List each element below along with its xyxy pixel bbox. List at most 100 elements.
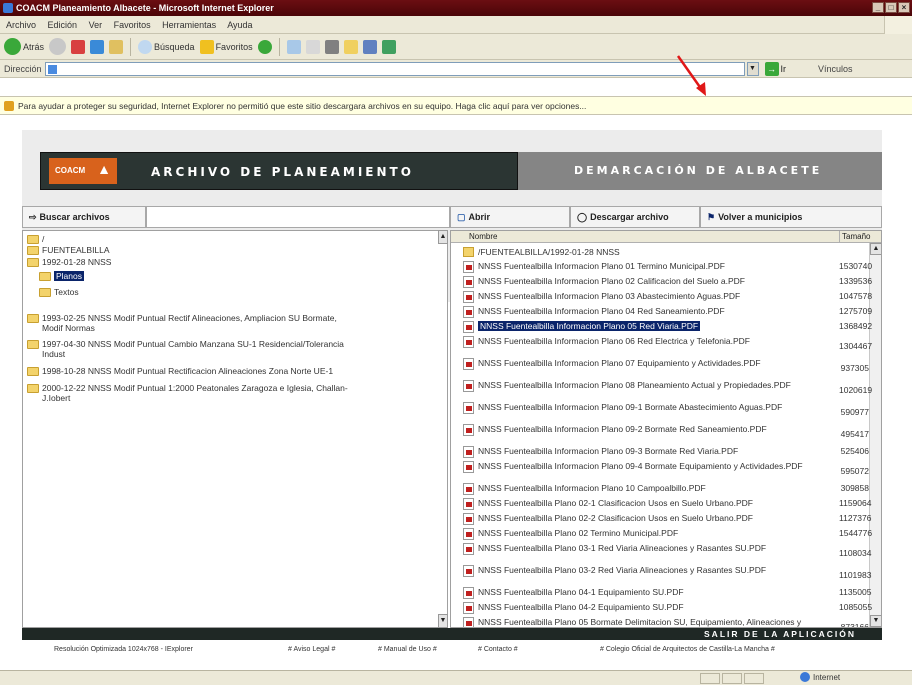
file-row[interactable]: NNSS Fuentealbilla Informacion Plano 05 …	[463, 321, 833, 333]
folder-icon	[27, 314, 39, 323]
parent-folder-row[interactable]: /FUENTEALBILLA/1992-01-28 NNSS	[463, 247, 833, 257]
file-row[interactable]: NNSS Fuentealbilla Informacion Plano 07 …	[463, 358, 833, 370]
search-files-button[interactable]: ⇨ Buscar archivos	[22, 206, 146, 228]
file-row[interactable]: NNSS Fuentealbilla Informacion Plano 09-…	[463, 402, 833, 414]
file-name: NNSS Fuentealbilla Plano 05 Bormate Deli…	[478, 617, 802, 627]
back-button[interactable]: Atrás	[4, 38, 44, 55]
file-name: NNSS Fuentealbilla Informacion Plano 06 …	[478, 336, 750, 346]
tree-root[interactable]: /	[27, 234, 44, 244]
column-size[interactable]: Tamaño	[839, 231, 870, 243]
security-info-bar[interactable]: Para ayudar a proteger su seguridad, Int…	[0, 96, 912, 115]
scroll-down-arrow-icon[interactable]: ▼	[870, 615, 881, 627]
pdf-icon	[463, 483, 474, 495]
open-button[interactable]: ▢ Abrir	[450, 206, 570, 228]
file-row[interactable]: NNSS Fuentealbilla Informacion Plano 01 …	[463, 261, 833, 273]
address-dropdown[interactable]: ▼	[746, 61, 759, 76]
tree-item[interactable]: 1993-02-25 NNSS Modif Puntual Rectif Ali…	[27, 313, 357, 333]
file-row[interactable]: NNSS Fuentealbilla Informacion Plano 03 …	[463, 291, 833, 303]
footer-contact-link[interactable]: # Contacto #	[478, 646, 518, 653]
back-to-municipalities-button[interactable]: ⚑ Volver a municipios	[700, 206, 882, 228]
research-icon[interactable]	[362, 39, 377, 54]
refresh-icon[interactable]	[90, 39, 105, 54]
footer-legal-link[interactable]: # Aviso Legal #	[288, 646, 335, 653]
close-button[interactable]: ×	[898, 2, 910, 13]
maximize-button[interactable]: □	[885, 2, 897, 13]
history-icon[interactable]	[257, 39, 272, 54]
file-row[interactable]: NNSS Fuentealbilla Informacion Plano 09-…	[463, 461, 833, 473]
file-name: NNSS Fuentealbilla Informacion Plano 07 …	[478, 358, 761, 368]
folder-icon	[27, 246, 39, 255]
minimize-button[interactable]: _	[872, 2, 884, 13]
go-button[interactable]: → Ir	[764, 61, 786, 76]
pdf-icon	[463, 321, 474, 333]
file-row[interactable]: NNSS Fuentealbilla Plano 02-1 Clasificac…	[463, 498, 833, 510]
file-row[interactable]: NNSS Fuentealbilla Plano 04-1 Equipamien…	[463, 587, 833, 599]
tree-item[interactable]: 2000-12-22 NNSS Modif Puntual 1:2000 Pea…	[27, 383, 357, 403]
address-input[interactable]	[44, 61, 745, 76]
home-icon[interactable]	[109, 39, 124, 54]
tree-item[interactable]: 1997-04-30 NNSS Modif Puntual Cambio Man…	[27, 339, 357, 359]
exit-application-link[interactable]: SALIR DE LA APLICACIÓN	[704, 629, 856, 639]
mail-icon[interactable]	[286, 39, 301, 54]
search-field[interactable]	[146, 206, 450, 228]
file-list[interactable]: Nombre Tamaño /FUENTEALBILLA/1992-01-28 …	[450, 230, 882, 628]
favorites-button[interactable]: Favoritos	[199, 39, 253, 54]
forward-button[interactable]	[49, 38, 67, 55]
download-button[interactable]: ◯ Descargar archivo	[570, 206, 700, 228]
pdf-icon	[463, 306, 474, 318]
pdf-icon	[463, 276, 474, 288]
column-name[interactable]: Nombre	[469, 231, 497, 243]
file-row[interactable]: NNSS Fuentealbilla Plano 02-2 Clasificac…	[463, 513, 833, 525]
file-size: 495417	[840, 429, 869, 439]
file-size: 1085055	[839, 602, 873, 612]
menu-edicion[interactable]: Edición	[48, 20, 78, 30]
file-row[interactable]: NNSS Fuentealbilla Informacion Plano 04 …	[463, 306, 833, 318]
file-row[interactable]: NNSS Fuentealbilla Plano 03-2 Red Viaria…	[463, 565, 833, 577]
file-row[interactable]: NNSS Fuentealbilla Informacion Plano 10 …	[463, 483, 833, 495]
pdf-icon	[463, 617, 474, 627]
menu-favoritos[interactable]: Favoritos	[114, 20, 151, 30]
file-size: 1275709	[839, 306, 873, 316]
file-row[interactable]: NNSS Fuentealbilla Informacion Plano 06 …	[463, 336, 833, 348]
status-bar: Internet	[0, 670, 912, 685]
file-name: NNSS Fuentealbilla Plano 03-2 Red Viaria…	[478, 565, 767, 575]
scroll-up-arrow-icon[interactable]: ▲	[870, 243, 881, 255]
pdf-icon	[463, 380, 474, 392]
stop-icon[interactable]	[71, 39, 86, 54]
menu-ver[interactable]: Ver	[89, 20, 103, 30]
file-row[interactable]: NNSS Fuentealbilla Informacion Plano 09-…	[463, 446, 833, 458]
footer-college-link[interactable]: # Colegio Oficial de Arquitectos de Cast…	[600, 646, 775, 653]
tree-item[interactable]: 1998-10-28 NNSS Modif Puntual Rectificac…	[27, 366, 357, 376]
file-row[interactable]: NNSS Fuentealbilla Informacion Plano 02 …	[463, 276, 833, 288]
file-row[interactable]: NNSS Fuentealbilla Plano 03-1 Red Viaria…	[463, 543, 833, 555]
file-name: NNSS Fuentealbilla Plano 03-1 Red Viaria…	[478, 543, 767, 553]
pdf-icon	[463, 587, 474, 599]
search-button[interactable]: Búsqueda	[138, 39, 195, 54]
file-name: NNSS Fuentealbilla Informacion Plano 09-…	[478, 424, 767, 434]
file-row[interactable]: NNSS Fuentealbilla Informacion Plano 09-…	[463, 424, 833, 436]
file-row[interactable]: NNSS Fuentealbilla Plano 02 Termino Muni…	[463, 528, 833, 540]
tree-item[interactable]: Textos	[39, 287, 79, 297]
menu-herramientas[interactable]: Herramientas	[162, 20, 216, 30]
tree-scroll-down[interactable]: ▼	[438, 614, 448, 628]
menu-ayuda[interactable]: Ayuda	[227, 20, 252, 30]
tree-item[interactable]: FUENTEALBILLA	[27, 245, 110, 255]
edit-icon[interactable]	[324, 39, 339, 54]
file-row[interactable]: NNSS Fuentealbilla Informacion Plano 08 …	[463, 380, 833, 392]
file-row[interactable]: NNSS Fuentealbilla Plano 04-2 Equipamien…	[463, 602, 833, 614]
file-row[interactable]: NNSS Fuentealbilla Plano 05 Bormate Deli…	[463, 617, 833, 627]
back-arrow-icon	[4, 38, 21, 55]
tree-label: Textos	[54, 287, 79, 297]
file-name: /FUENTEALBILLA/1992-01-28 NNSS	[478, 247, 620, 257]
links-button[interactable]: Vínculos	[818, 64, 853, 74]
messenger-icon[interactable]	[381, 39, 396, 54]
folder-icon[interactable]	[343, 39, 358, 54]
menu-archivo[interactable]: Archivo	[6, 20, 36, 30]
tree-scroll-up[interactable]: ▲	[438, 230, 448, 244]
tree-item-selected[interactable]: Planos	[39, 271, 84, 281]
folder-tree[interactable]: / FUENTEALBILLA 1992-01-28 NNSS Planos T…	[22, 230, 448, 628]
file-size: 1020619	[839, 385, 873, 395]
print-icon[interactable]	[305, 39, 320, 54]
tree-item[interactable]: 1992-01-28 NNSS	[27, 257, 111, 267]
footer-manual-link[interactable]: # Manual de Uso #	[378, 646, 437, 653]
